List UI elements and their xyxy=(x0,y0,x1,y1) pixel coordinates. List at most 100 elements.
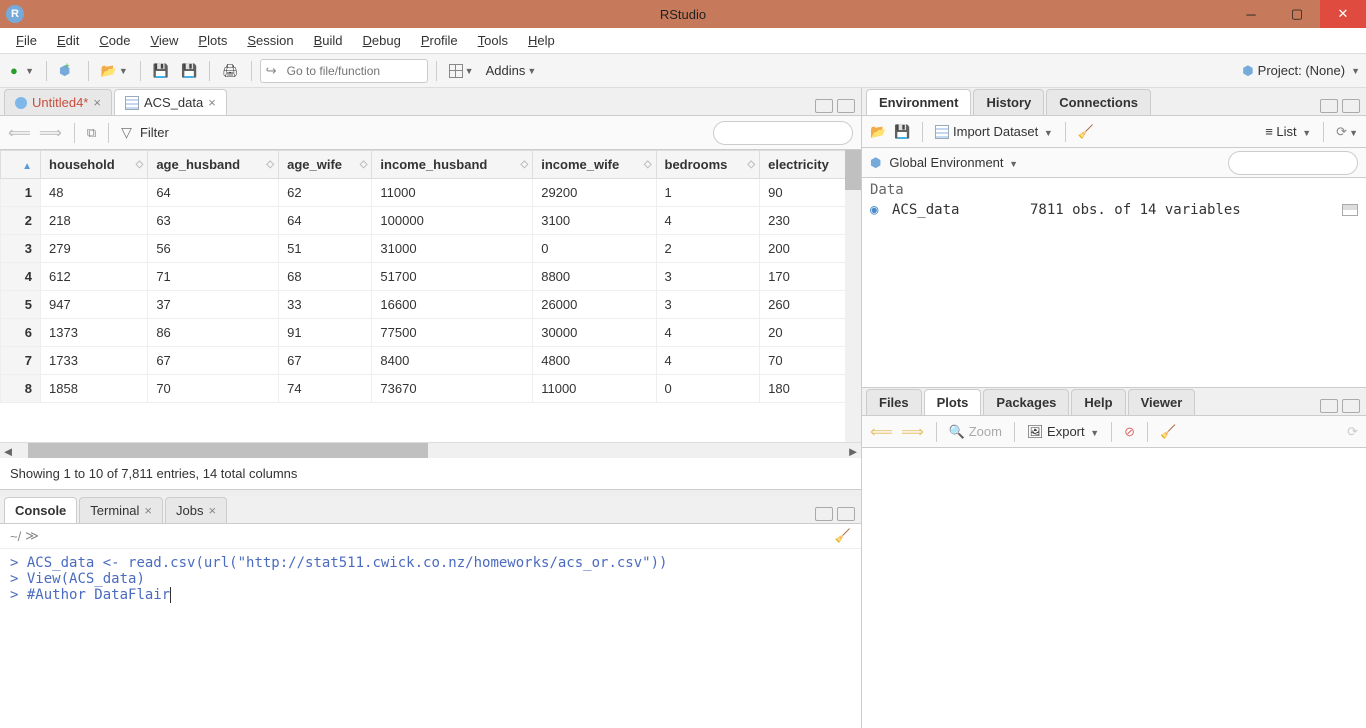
save-button[interactable]: 💾 xyxy=(149,59,173,83)
tab-connections[interactable]: Connections xyxy=(1046,89,1151,115)
cell[interactable]: 1733 xyxy=(41,347,148,375)
cell[interactable]: 51700 xyxy=(372,263,533,291)
close-icon[interactable]: × xyxy=(208,503,216,518)
menu-edit[interactable]: Edit xyxy=(47,33,89,48)
menu-session[interactable]: Session xyxy=(237,33,303,48)
cell[interactable]: 612 xyxy=(41,263,148,291)
cell[interactable]: 29200 xyxy=(533,179,656,207)
column-header-bedrooms[interactable]: bedrooms◇ xyxy=(656,151,760,179)
horizontal-scrollbar[interactable]: ◄ ► xyxy=(0,442,861,458)
next-plot-icon[interactable]: ⟹ xyxy=(901,422,924,442)
cell[interactable]: 1858 xyxy=(41,375,148,403)
filter-button[interactable]: Filter xyxy=(140,125,169,140)
project-selector[interactable]: ⬢ Project: (None) ▼ xyxy=(1242,63,1360,79)
cell[interactable]: 56 xyxy=(148,235,279,263)
tab-files[interactable]: Files xyxy=(866,389,922,415)
refresh-icon[interactable]: ⟳▼ xyxy=(1336,124,1358,140)
cell[interactable]: 68 xyxy=(279,263,372,291)
cell[interactable]: 86 xyxy=(148,319,279,347)
table-row[interactable]: 327956513100002200 xyxy=(1,235,861,263)
minimize-button[interactable]: ─ xyxy=(1228,0,1274,28)
cell[interactable]: 11000 xyxy=(533,375,656,403)
cell[interactable]: 71 xyxy=(148,263,279,291)
view-data-icon[interactable] xyxy=(1342,204,1358,216)
tab-environment[interactable]: Environment xyxy=(866,89,971,115)
vertical-scrollbar[interactable] xyxy=(845,150,861,442)
cell[interactable]: 70 xyxy=(148,375,279,403)
cell[interactable]: 2 xyxy=(656,235,760,263)
cell[interactable]: 51 xyxy=(279,235,372,263)
sort-icon[interactable]: ◇ xyxy=(521,159,529,170)
cell[interactable]: 8800 xyxy=(533,263,656,291)
save-all-button[interactable]: 💾 xyxy=(177,59,201,83)
refresh-plots-icon[interactable]: ⟳ xyxy=(1347,424,1358,440)
maximize-pane-icon[interactable] xyxy=(1342,99,1360,113)
menu-plots[interactable]: Plots xyxy=(188,33,237,48)
cell[interactable]: 63 xyxy=(148,207,279,235)
close-icon[interactable]: × xyxy=(144,503,152,518)
table-row[interactable]: 461271685170088003170 xyxy=(1,263,861,291)
cell[interactable]: 64 xyxy=(148,179,279,207)
menu-view[interactable]: View xyxy=(140,33,188,48)
cell[interactable]: 8400 xyxy=(372,347,533,375)
cell[interactable]: 11000 xyxy=(372,179,533,207)
cell[interactable]: 1373 xyxy=(41,319,148,347)
addins-button[interactable]: Addins ▼ xyxy=(482,59,541,83)
cell[interactable]: 4 xyxy=(656,347,760,375)
goto-file-input[interactable] xyxy=(260,59,428,83)
cell[interactable]: 0 xyxy=(656,375,760,403)
column-header-age_wife[interactable]: age_wife◇ xyxy=(279,151,372,179)
column-header-income_husband[interactable]: income_husband◇ xyxy=(372,151,533,179)
path-arrow-icon[interactable]: ≫ xyxy=(25,528,39,544)
load-workspace-icon[interactable]: 📂 xyxy=(870,124,886,140)
cell[interactable]: 30000 xyxy=(533,319,656,347)
cell[interactable]: 77500 xyxy=(372,319,533,347)
cell[interactable]: 48 xyxy=(41,179,148,207)
grid-button[interactable]: ▼ xyxy=(445,59,478,83)
sort-icon[interactable]: ◇ xyxy=(644,159,652,170)
tab-untitled4[interactable]: Untitled4* × xyxy=(4,89,112,115)
cell[interactable]: 67 xyxy=(279,347,372,375)
cell[interactable]: 3100 xyxy=(533,207,656,235)
table-row[interactable]: 2218636410000031004230 xyxy=(1,207,861,235)
clear-console-icon[interactable]: 🧹 xyxy=(835,528,851,544)
sort-icon[interactable]: ◇ xyxy=(360,159,368,170)
env-item-acs-data[interactable]: ◉ ACS_data 7811 obs. of 14 variables xyxy=(870,200,1358,220)
save-workspace-icon[interactable]: 💾 xyxy=(894,124,910,140)
close-icon[interactable]: × xyxy=(93,95,101,110)
import-dataset-button[interactable]: Import Dataset ▼ xyxy=(935,124,1052,140)
column-header-income_wife[interactable]: income_wife◇ xyxy=(533,151,656,179)
cell[interactable]: 26000 xyxy=(533,291,656,319)
env-scope-selector[interactable]: Global Environment ▼ xyxy=(889,155,1018,170)
cell[interactable]: 3 xyxy=(656,263,760,291)
cell[interactable]: 0 xyxy=(533,235,656,263)
minimize-pane-icon[interactable] xyxy=(815,507,833,521)
back-button[interactable]: ⟸ xyxy=(8,123,31,143)
menu-build[interactable]: Build xyxy=(304,33,353,48)
new-file-button[interactable]: ●+▼ xyxy=(6,59,38,83)
tab-history[interactable]: History xyxy=(973,89,1044,115)
cell[interactable]: 37 xyxy=(148,291,279,319)
maximize-pane-icon[interactable] xyxy=(837,507,855,521)
scroll-left-icon[interactable]: ◄ xyxy=(0,443,16,459)
column-header-household[interactable]: household◇ xyxy=(41,151,148,179)
cell[interactable]: 73670 xyxy=(372,375,533,403)
cell[interactable]: 62 xyxy=(279,179,372,207)
tab-console[interactable]: Console xyxy=(4,497,77,523)
minimize-pane-icon[interactable] xyxy=(1320,399,1338,413)
tab-packages[interactable]: Packages xyxy=(983,389,1069,415)
tab-help[interactable]: Help xyxy=(1071,389,1125,415)
table-row[interactable]: 5947373316600260003260 xyxy=(1,291,861,319)
table-row[interactable]: 14864621100029200190 xyxy=(1,179,861,207)
menu-tools[interactable]: Tools xyxy=(468,33,518,48)
tab-viewer[interactable]: Viewer xyxy=(1128,389,1196,415)
tab-plots[interactable]: Plots xyxy=(924,389,982,415)
popup-icon[interactable]: ⧉ xyxy=(87,125,96,141)
sort-icon[interactable]: ◇ xyxy=(266,159,274,170)
cell[interactable]: 100000 xyxy=(372,207,533,235)
env-search-input[interactable] xyxy=(1228,151,1358,175)
new-project-button[interactable]: ⬢+ xyxy=(55,59,80,83)
cell[interactable]: 1 xyxy=(656,179,760,207)
cell[interactable]: 74 xyxy=(279,375,372,403)
table-row[interactable]: 81858707473670110000180 xyxy=(1,375,861,403)
